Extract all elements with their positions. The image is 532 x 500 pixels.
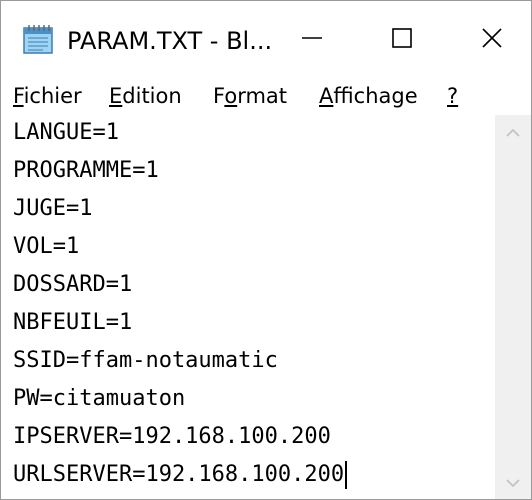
text-line-last: URLSERVER=192.168.100.200 bbox=[13, 459, 348, 491]
text-line: NBFEUIL=1 bbox=[13, 310, 133, 335]
close-button[interactable] bbox=[453, 1, 531, 79]
menu-edition[interactable]: Edition bbox=[109, 79, 182, 115]
text-line: LANGUE=1 bbox=[13, 120, 119, 145]
maximize-icon bbox=[391, 27, 413, 53]
text-line: IPSERVER=192.168.100.200 bbox=[13, 424, 331, 449]
close-icon bbox=[481, 27, 503, 53]
menu-fichier[interactable]: Fichier bbox=[13, 79, 82, 115]
scroll-up-button[interactable] bbox=[495, 115, 531, 149]
menu-fichier-label: ichier bbox=[23, 84, 82, 108]
vertical-scrollbar[interactable] bbox=[495, 115, 531, 499]
notepad-window: PARAM.TXT - Bl... Fichier Edition Format… bbox=[0, 0, 532, 500]
menu-edition-label: dition bbox=[122, 84, 182, 108]
menu-edition-mnemonic: E bbox=[109, 84, 123, 108]
text-line: JUGE=1 bbox=[13, 196, 93, 221]
text-line: DOSSARD=1 bbox=[13, 272, 133, 297]
chevron-up-icon bbox=[505, 123, 521, 142]
text-line-last-content: URLSERVER=192.168.100.200 bbox=[13, 462, 345, 487]
menu-bar: Fichier Edition Format Affichage ? bbox=[1, 79, 531, 116]
notepad-icon bbox=[21, 23, 55, 55]
window-title: PARAM.TXT - Bl... bbox=[67, 27, 273, 55]
menu-format-label: rmat bbox=[237, 84, 288, 108]
chevron-down-icon bbox=[505, 473, 521, 492]
title-bar[interactable]: PARAM.TXT - Bl... bbox=[1, 1, 531, 79]
menu-format-prefix: F bbox=[213, 84, 225, 108]
menu-help[interactable]: ? bbox=[447, 79, 458, 115]
menu-affichage[interactable]: Affichage bbox=[319, 79, 418, 115]
menu-format-mnemonic: o bbox=[224, 84, 238, 108]
text-line: VOL=1 bbox=[13, 234, 80, 259]
menu-format[interactable]: Format bbox=[213, 79, 287, 115]
minimize-button[interactable] bbox=[277, 1, 347, 79]
text-line: PW=citamuaton bbox=[13, 386, 186, 411]
menu-fichier-mnemonic: F bbox=[13, 84, 24, 108]
text-editor[interactable]: LANGUE=1 PROGRAMME=1 JUGE=1 VOL=1 DOSSAR… bbox=[1, 115, 495, 499]
maximize-button[interactable] bbox=[367, 1, 437, 79]
menu-affichage-mnemonic: A bbox=[319, 84, 334, 108]
text-caret bbox=[345, 461, 348, 489]
text-line: SSID=ffam-notaumatic bbox=[13, 348, 278, 373]
minimize-icon bbox=[301, 27, 323, 53]
scroll-down-button[interactable] bbox=[495, 465, 531, 499]
text-line: PROGRAMME=1 bbox=[13, 158, 159, 183]
menu-help-mnemonic: ? bbox=[447, 84, 459, 108]
menu-affichage-label: ffichage bbox=[333, 84, 418, 108]
